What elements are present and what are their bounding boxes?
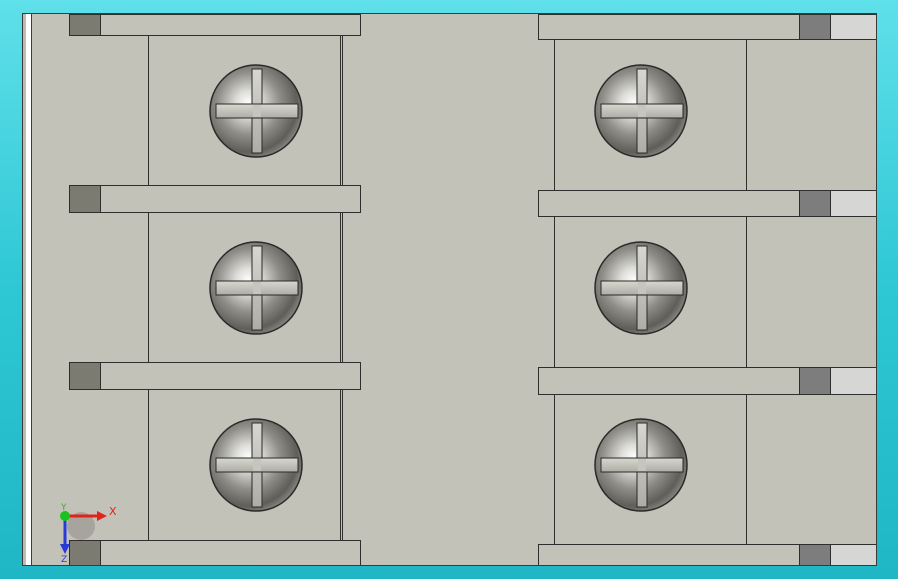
triad-z-arrow-icon (60, 544, 70, 554)
triad-z-label: Z (61, 555, 67, 562)
part-edge-strip (23, 14, 35, 565)
left-rail-3 (69, 362, 361, 390)
right-tab-1 (799, 14, 831, 40)
right-tab-light-3 (830, 367, 876, 395)
right-tab-2 (799, 190, 831, 217)
left-tab-1 (69, 14, 101, 36)
left-cell-edge-3 (340, 389, 341, 541)
right-tab-light-2 (830, 190, 876, 217)
right-tab-3 (799, 367, 831, 395)
screw-icon[interactable] (208, 417, 304, 513)
screw-icon[interactable] (593, 63, 689, 159)
left-cell-edge-1 (340, 35, 341, 186)
triad-x-arrow-icon (97, 511, 107, 521)
left-tab-2 (69, 185, 101, 213)
screw-icon[interactable] (208, 63, 304, 159)
orientation-triad[interactable]: X Y Z (53, 502, 133, 562)
right-tab-light-4 (830, 544, 876, 565)
screw-icon[interactable] (208, 240, 304, 336)
left-cell-edge-2 (340, 212, 341, 363)
left-rail-1 (69, 14, 361, 36)
right-tab-light-1 (830, 14, 876, 40)
triad-x-label: X (109, 505, 117, 518)
triad-y-label: Y (60, 503, 67, 513)
cad-viewport[interactable]: X Y Z (22, 13, 877, 566)
right-tab-4 (799, 544, 831, 565)
screw-icon[interactable] (593, 417, 689, 513)
screw-icon[interactable] (593, 240, 689, 336)
left-tab-3 (69, 362, 101, 390)
left-rail-2 (69, 185, 361, 213)
